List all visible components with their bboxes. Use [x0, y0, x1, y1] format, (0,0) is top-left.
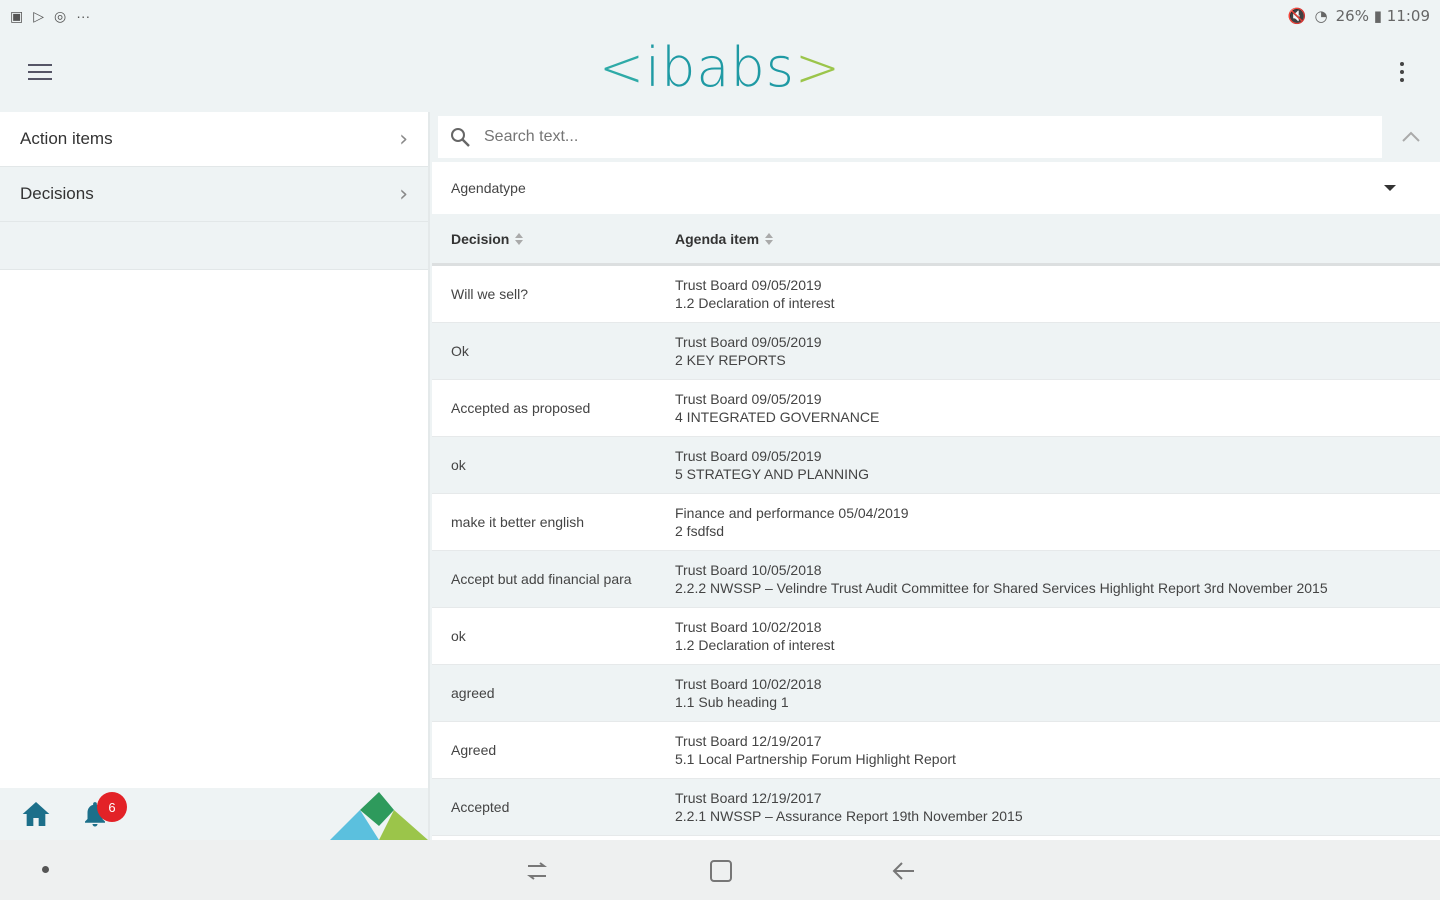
item-text: 5 STRATEGY AND PLANNING	[675, 466, 869, 482]
table-row[interactable]: ok Trust Board 10/02/2018 1.2 Declaration…	[432, 608, 1440, 665]
table-row[interactable]: Accept but add financial para Trust Boar…	[432, 551, 1440, 608]
item-text: 1.1 Sub heading 1	[675, 694, 789, 710]
sort-icon	[515, 232, 524, 245]
agenda-item-cell: Trust Board 09/05/2019 2 KEY REPORTS	[675, 333, 1440, 369]
table-body: Will we sell? Trust Board 09/05/2019 1.2 …	[432, 266, 1440, 836]
item-text: 2 KEY REPORTS	[675, 352, 786, 368]
system-nav-bar	[0, 840, 1440, 900]
home-square-icon[interactable]	[708, 858, 734, 884]
home-icon[interactable]	[20, 798, 52, 830]
status-notifications: ▣ ▷ ◎ ···	[10, 8, 90, 25]
sidebar-item-label: Action items	[20, 129, 113, 148]
gallery-icon: ▣	[10, 7, 24, 24]
agenda-item-cell: Trust Board 10/02/2018 1.2 Declaration of…	[675, 618, 1440, 654]
sidebar-item-decisions[interactable]: Decisions ›	[0, 167, 428, 222]
sidebar-item-label: Decisions	[20, 184, 94, 203]
search-box	[438, 116, 1382, 158]
more-vert-icon[interactable]	[1388, 56, 1416, 88]
chevron-right-icon: ›	[399, 181, 408, 207]
agenda-item-cell: Trust Board 10/02/2018 1.1 Sub heading 1	[675, 675, 1440, 711]
decision-cell: ok	[451, 628, 466, 644]
play-store-icon: ▷	[33, 7, 45, 24]
meeting-text: Trust Board 12/19/2017	[675, 790, 822, 806]
item-text: 2 fsdfsd	[675, 523, 725, 539]
meeting-text: Trust Board 10/02/2018	[675, 619, 822, 635]
meeting-text: Trust Board 09/05/2019	[675, 448, 822, 464]
table-row[interactable]: agreed Trust Board 10/02/2018 1.1 Sub hea…	[432, 665, 1440, 722]
agenda-item-cell: Trust Board 09/05/2019 4 INTEGRATED GOVER…	[675, 390, 1440, 426]
status-bar: ▣ ▷ ◎ ··· 🔇 ◔ 26% ▮ 11:09	[0, 0, 1440, 32]
table-row[interactable]: Accepted as proposed Trust Board 09/05/2…	[432, 380, 1440, 437]
more-notifications-icon: ···	[76, 8, 91, 24]
column-header-label: Agenda item	[675, 230, 760, 247]
meeting-text: Trust Board 10/05/2018	[675, 562, 822, 578]
table-row[interactable]: make it better english Finance and perfo…	[432, 494, 1440, 551]
decision-cell: Agreed	[451, 742, 497, 758]
meeting-text: Trust Board 09/05/2019	[675, 334, 822, 350]
item-text: 5.1 Local Partnership Forum Highlight Re…	[675, 751, 956, 767]
agenda-item-cell: Trust Board 09/05/2019 1.2 Declaration of…	[675, 276, 1440, 312]
decision-cell: Ok	[451, 343, 469, 359]
column-header-label: Decision	[451, 230, 510, 247]
meeting-text: Trust Board 09/05/2019	[675, 391, 822, 407]
decision-cell: agreed	[451, 685, 495, 701]
agenda-item-cell: Finance and performance 05/04/2019 2 fsdf…	[675, 504, 1440, 540]
search-row	[432, 112, 1440, 162]
sidebar-footer: 6	[0, 788, 428, 840]
agenda-item-cell: Trust Board 12/19/2017 2.2.1 NWSSP – Assu…	[675, 789, 1440, 825]
item-text: 4 INTEGRATED GOVERNANCE	[675, 409, 880, 425]
wifi-icon: ◔	[1314, 7, 1328, 25]
chevron-right-icon: ›	[399, 126, 408, 152]
brand-mark-icon	[330, 792, 428, 840]
notification-badge: 6	[97, 792, 127, 822]
app-header: <ibabs>	[0, 32, 1440, 112]
app-logo: <ibabs>	[598, 36, 842, 99]
agenda-item-cell: Trust Board 12/19/2017 5.1 Local Partners…	[675, 732, 1440, 768]
chevron-up-icon	[1402, 131, 1420, 142]
item-text: 1.2 Declaration of interest	[675, 637, 835, 653]
decision-cell: Accepted as proposed	[451, 400, 591, 416]
status-system: 🔇 ◔ 26% ▮ 11:09	[1288, 7, 1430, 25]
table-row[interactable]: Accepted Trust Board 12/19/2017 2.2.1 NWS…	[432, 779, 1440, 836]
agenda-item-cell: Trust Board 10/05/2018 2.2.2 NWSSP – Veli…	[675, 561, 1440, 597]
agendatype-label: Agendatype	[451, 180, 526, 196]
column-header-decision[interactable]: Decision	[432, 231, 675, 247]
recent-apps-icon[interactable]	[524, 858, 550, 884]
sidebar: Action items › Decisions › 6	[0, 112, 430, 840]
agenda-item-cell: Trust Board 09/05/2019 5 STRATEGY AND PLA…	[675, 447, 1440, 483]
table-row[interactable]: Will we sell? Trust Board 09/05/2019 1.2 …	[432, 266, 1440, 323]
item-text: 1.2 Declaration of interest	[675, 295, 835, 311]
decision-cell: make it better english	[451, 514, 585, 530]
meeting-text: Trust Board 10/02/2018	[675, 676, 822, 692]
decision-cell: Accepted	[451, 799, 510, 815]
dropdown-caret-icon	[1384, 185, 1396, 191]
back-arrow-icon[interactable]	[890, 858, 918, 884]
table-row[interactable]: Agreed Trust Board 12/19/2017 5.1 Local P…	[432, 722, 1440, 779]
sort-icon	[765, 232, 774, 245]
agendatype-dropdown[interactable]: Agendatype	[432, 162, 1440, 214]
sync-icon: ◎	[54, 7, 67, 24]
decision-cell: ok	[451, 457, 466, 473]
meeting-text: Trust Board 12/19/2017	[675, 733, 822, 749]
search-icon	[451, 128, 470, 147]
table-row[interactable]: ok Trust Board 09/05/2019 5 STRATEGY AND …	[432, 437, 1440, 494]
meeting-text: Finance and performance 05/04/2019	[675, 505, 909, 521]
sidebar-item-action-items[interactable]: Action items ›	[0, 112, 428, 167]
table-row[interactable]: Ok Trust Board 09/05/2019 2 KEY REPORTS	[432, 323, 1440, 380]
status-battery-time: 26% ▮ 11:09	[1335, 7, 1430, 25]
collapse-button[interactable]	[1382, 114, 1440, 160]
item-text: 2.2.1 NWSSP – Assurance Report 19th Nove…	[675, 808, 1023, 824]
sidebar-spacer	[0, 222, 428, 270]
decisions-panel: Agendatype Decision Agenda item Will we …	[432, 112, 1440, 840]
search-input[interactable]	[484, 128, 1084, 146]
item-text: 2.2.2 NWSSP – Velindre Trust Audit Commi…	[675, 580, 1328, 596]
decision-cell: Accept but add financial para	[451, 571, 632, 587]
column-header-agenda-item[interactable]: Agenda item	[675, 231, 1440, 247]
decision-cell: Will we sell?	[451, 286, 529, 302]
mute-icon: 🔇	[1287, 7, 1307, 25]
table-header: Decision Agenda item	[432, 214, 1440, 266]
nav-dot-icon	[42, 866, 49, 873]
meeting-text: Trust Board 09/05/2019	[675, 277, 822, 293]
